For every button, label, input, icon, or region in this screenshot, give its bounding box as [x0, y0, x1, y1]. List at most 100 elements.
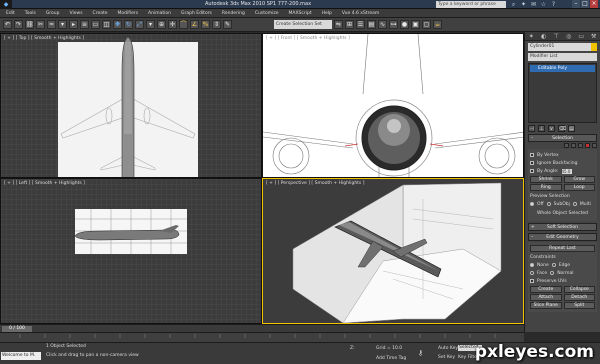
menu-modifiers[interactable]: Modifiers: [118, 11, 139, 16]
move-icon[interactable]: ✥: [113, 20, 122, 29]
element-level-icon[interactable]: [592, 143, 597, 148]
ref-coord-icon[interactable]: ▾: [146, 20, 155, 29]
slice-plane-button[interactable]: Slice Plane: [530, 302, 562, 309]
loop-button[interactable]: Loop: [563, 184, 595, 191]
menu-tools[interactable]: Tools: [25, 11, 36, 16]
select-by-name-icon[interactable]: ≡: [80, 20, 89, 29]
pin-stack-icon[interactable]: ⊣: [528, 125, 535, 132]
grow-button[interactable]: Grow: [563, 176, 595, 183]
constraint-edge-radio[interactable]: [551, 263, 556, 267]
utilities-tab-icon[interactable]: ⚒: [588, 32, 600, 40]
hierarchy-tab-icon[interactable]: ⊤: [550, 32, 563, 40]
preview-multi-radio[interactable]: [572, 202, 577, 206]
preview-off-radio[interactable]: [530, 202, 534, 206]
edit-geometry-rollout-header[interactable]: – Edit Geometry: [528, 233, 597, 241]
menu-rendering[interactable]: Rendering: [222, 11, 245, 16]
viewport-perspective[interactable]: [ + ] [ Perspective ] [ Smooth + Highlig…: [262, 178, 524, 324]
rect-selection-icon[interactable]: ▭: [91, 20, 100, 29]
app-logo-icon[interactable]: ◆: [0, 0, 12, 9]
layer-manager-icon[interactable]: ☰: [356, 20, 365, 29]
material-editor-icon[interactable]: ●: [400, 20, 409, 29]
menu-customize[interactable]: Customize: [255, 11, 279, 16]
attach-button[interactable]: Attach: [530, 294, 562, 301]
select-object-icon[interactable]: ▸: [69, 20, 78, 29]
preserve-uvs-checkbox[interactable]: [530, 279, 534, 283]
ring-button[interactable]: Ring: [530, 184, 562, 191]
menu-views[interactable]: Views: [70, 11, 83, 16]
modify-tab-icon[interactable]: ◐: [538, 32, 551, 40]
split-button[interactable]: Split: [563, 302, 595, 309]
by-angle-checkbox[interactable]: [530, 169, 534, 173]
stack-item-editable-poly[interactable]: Editable Poly: [530, 65, 595, 72]
viewport-label[interactable]: [ + ] [ Front ] [ Smooth + Highlights ]: [266, 36, 350, 41]
soft-selection-rollout-header[interactable]: + Soft Selection: [528, 223, 597, 231]
constraint-face-radio[interactable]: [530, 271, 534, 275]
mirror-icon[interactable]: ⇋: [334, 20, 343, 29]
collapse-button[interactable]: Collapse: [563, 286, 595, 293]
render-icon[interactable]: ☕: [433, 20, 442, 29]
unlink-icon[interactable]: ✂: [36, 20, 45, 29]
by-angle-spinner[interactable]: 45.0: [561, 168, 572, 174]
preview-subobj-radio[interactable]: [546, 202, 551, 206]
viewport-label[interactable]: [ + ] [ Perspective ] [ Smooth + Highlig…: [266, 181, 364, 186]
ignore-backfacing-checkbox[interactable]: [530, 161, 534, 165]
percent-snap-icon[interactable]: %: [201, 20, 210, 29]
viewport-front[interactable]: [ + ] [ Front ] [ Smooth + Highlights ]: [262, 33, 524, 178]
create-button[interactable]: Create: [530, 286, 562, 293]
menu-animation[interactable]: Animation: [148, 11, 171, 16]
bind-space-warp-icon[interactable]: ≈: [47, 20, 56, 29]
constraint-none-radio[interactable]: [530, 263, 534, 267]
border-level-icon[interactable]: [578, 143, 583, 148]
snaps-icon[interactable]: ⌒: [179, 20, 188, 29]
remove-modifier-icon[interactable]: ⌫: [558, 125, 566, 132]
viewport-label[interactable]: [ + ] [ Left ] [ Smooth + Highlights ]: [4, 181, 85, 186]
menu-maxscript[interactable]: MAXScript: [289, 11, 312, 16]
repeat-last-button[interactable]: Repeat Last: [530, 245, 595, 252]
link-icon[interactable]: ⛓: [25, 20, 34, 29]
configure-sets-icon[interactable]: ▤: [568, 125, 575, 132]
spinner-snap-icon[interactable]: ⇕: [212, 20, 221, 29]
display-tab-icon[interactable]: ▭: [575, 32, 588, 40]
select-filter-icon[interactable]: ▾: [58, 20, 67, 29]
subscription-icon[interactable]: ✦: [520, 1, 527, 8]
menu-edit[interactable]: Edit: [6, 11, 15, 16]
viewport-left[interactable]: [ + ] [ Left ] [ Smooth + Highlights ]: [0, 178, 262, 324]
help-icon[interactable]: ?: [550, 1, 557, 8]
minimize-button[interactable]: –: [572, 0, 580, 8]
close-button[interactable]: ×: [590, 0, 598, 8]
selection-set-dropdown[interactable]: Create Selection Set: [274, 20, 332, 29]
manipulate-icon[interactable]: ✢: [168, 20, 177, 29]
edge-level-icon[interactable]: [571, 143, 576, 148]
viewport-top[interactable]: [ + ] [ Top ] [ Smooth + Highlights ]: [0, 33, 262, 178]
menu-help[interactable]: Help: [322, 11, 332, 16]
modifier-list-dropdown[interactable]: Modifier List: [528, 53, 597, 61]
angle-snap-icon[interactable]: ∠: [190, 20, 199, 29]
maxscript-listener[interactable]: Welcome to M.: [1, 352, 41, 360]
viewport-label[interactable]: [ + ] [ Top ] [ Smooth + Highlights ]: [4, 36, 84, 41]
schematic-view-icon[interactable]: ⊶: [389, 20, 398, 29]
add-time-tag[interactable]: Add Time Tag: [376, 356, 406, 361]
search-input[interactable]: Type a keyword or phrase: [436, 1, 506, 8]
menu-group[interactable]: Group: [46, 11, 60, 16]
render-setup-icon[interactable]: ▣: [411, 20, 420, 29]
graphite-icon[interactable]: ▤: [367, 20, 376, 29]
window-crossing-icon[interactable]: ◫: [102, 20, 111, 29]
polygon-level-icon[interactable]: [585, 143, 590, 148]
communication-icon[interactable]: ✉: [530, 1, 537, 8]
scale-icon[interactable]: ⤢: [135, 20, 144, 29]
motion-tab-icon[interactable]: ◎: [563, 32, 576, 40]
object-color-swatch[interactable]: [591, 43, 597, 51]
redo-icon[interactable]: ↷: [14, 20, 23, 29]
object-name-field[interactable]: Cylinder01: [528, 43, 597, 51]
track-bar[interactable]: [0, 332, 524, 342]
rotate-icon[interactable]: ↻: [124, 20, 133, 29]
key-icon[interactable]: ⚷: [418, 349, 423, 357]
menu-graph-editors[interactable]: Graph Editors: [181, 11, 212, 16]
maximize-button[interactable]: □: [581, 0, 589, 8]
time-slider-bar[interactable]: 0 / 100: [0, 324, 524, 332]
edit-named-sel-icon[interactable]: ✎: [223, 20, 232, 29]
search-icon[interactable]: ⌕: [510, 1, 517, 8]
pivot-icon[interactable]: ⊕: [157, 20, 166, 29]
align-icon[interactable]: ⊞: [345, 20, 354, 29]
vertex-level-icon[interactable]: [564, 143, 569, 148]
